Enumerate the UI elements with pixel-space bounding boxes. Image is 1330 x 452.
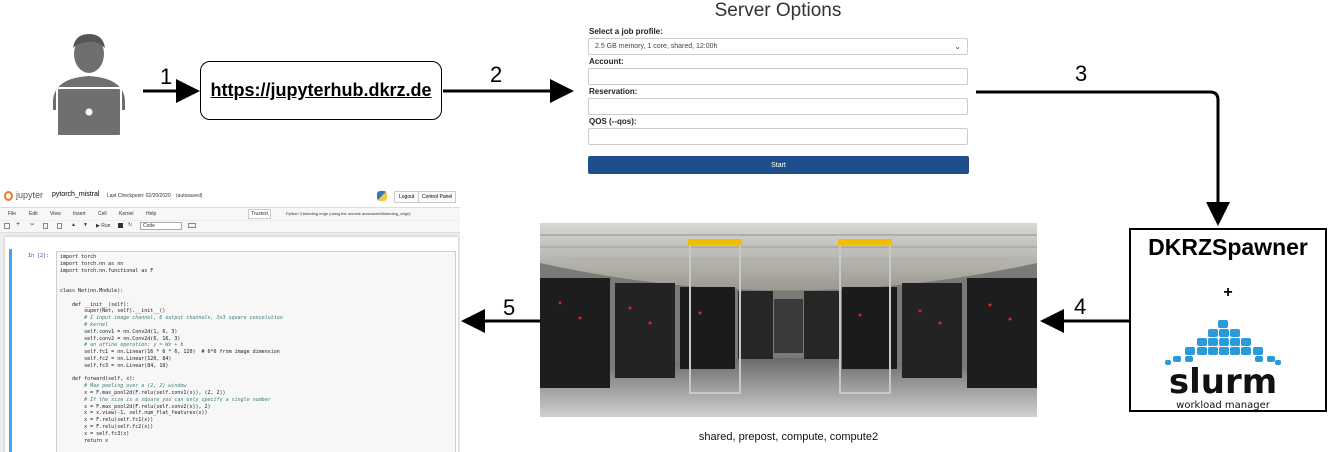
keyboard-icon[interactable] xyxy=(188,223,196,228)
trusted-badge[interactable]: Trusted xyxy=(248,209,271,219)
jupyter-notebook: jupyter pytorch_mistral Last Checkpoint:… xyxy=(0,187,460,452)
account-label: Account: xyxy=(589,57,624,66)
code-line: super(Net, self).__init__() xyxy=(60,308,166,315)
arrow-3 xyxy=(976,90,1230,226)
reservation-label: Reservation: xyxy=(589,87,638,96)
step-3-label: 3 xyxy=(1075,61,1088,86)
code-line: def __init__(self): xyxy=(60,301,130,308)
qos-label: QOS (--qos): xyxy=(589,117,637,126)
code-input[interactable]: import torch import torch.nn as nn import … xyxy=(56,251,456,452)
step-2-label: 2 xyxy=(490,62,503,87)
server-options-title: Server Options xyxy=(714,0,842,21)
menu-view[interactable]: View xyxy=(50,211,61,217)
code-line: x = F.relu(self.fc1(x)) xyxy=(60,417,154,424)
plus-sign: + xyxy=(1223,284,1233,301)
code-line: self.conv2 = nn.Conv2d(6, 16, 3) xyxy=(60,335,181,342)
notebook-name[interactable]: pytorch_mistral xyxy=(52,191,99,198)
code-lines: import torch import torch.nn as nn import … xyxy=(60,254,283,444)
paste-icon[interactable] xyxy=(57,223,62,229)
cut-icon[interactable]: ✂ xyxy=(30,222,34,228)
jupyter-logo-icon xyxy=(4,191,13,201)
code-line: self.fc2 = nn.Linear(120, 84) xyxy=(60,355,172,362)
code-line: # an affine operation: y = Wx + b xyxy=(60,342,184,349)
save-icon[interactable] xyxy=(4,223,10,229)
jupyterhub-url-link[interactable]: https://jupyterhub.dkrz.de xyxy=(210,80,431,101)
restart-icon[interactable]: ↻ xyxy=(128,222,132,228)
code-line: x = F.relu(self.fc2(x)) xyxy=(60,423,154,430)
account-input[interactable] xyxy=(588,68,968,85)
qos-input[interactable] xyxy=(588,128,968,145)
menu-cell[interactable]: Cell xyxy=(98,211,107,217)
code-line: import torch.nn as nn xyxy=(60,260,124,267)
profile-label: Select a job profile: xyxy=(589,27,663,36)
cell-type-select[interactable]: Code xyxy=(140,222,182,230)
code-line: x = x.view(-1, self.num_flat_features(x)… xyxy=(60,410,208,417)
code-line: return x xyxy=(60,437,109,444)
autosaved-status: (autosaved) xyxy=(176,193,203,199)
add-cell-icon[interactable]: + xyxy=(16,221,20,228)
code-line: self.fc1 = nn.Linear(16 * 6 * 6, 120) # … xyxy=(60,349,280,356)
profile-select[interactable]: 2.5 GB memory, 1 core, shared, 12:00h ⌄ xyxy=(588,38,968,55)
checkpoint-info: Last Checkpoint: 02/20/2020 xyxy=(107,193,171,199)
code-line: class Net(nn.Module): xyxy=(60,287,124,294)
logout-button[interactable]: Logout xyxy=(394,191,420,203)
python-icon xyxy=(377,191,387,201)
code-line: x = F.max_pool2d(F.relu(self.conv2(x)), … xyxy=(60,403,211,410)
slurm-subtitle: workload manager xyxy=(1176,400,1271,410)
menu-kernel[interactable]: Kernel xyxy=(119,211,133,217)
menu-edit[interactable]: Edit xyxy=(29,211,38,217)
move-up-icon[interactable]: ▲ xyxy=(71,222,76,228)
code-line: import torch xyxy=(60,254,97,260)
stop-icon[interactable] xyxy=(118,223,123,228)
kernel-indicator: Python 3 bleeding edge (using the module… xyxy=(286,211,411,216)
code-line: # 1 input image channel, 6 output channe… xyxy=(60,315,283,322)
datacenter-photo xyxy=(540,223,1037,417)
code-line: self.fc3 = nn.Linear(84, 10) xyxy=(60,362,169,369)
jupyter-header: jupyter pytorch_mistral Last Checkpoint:… xyxy=(0,187,460,208)
menu-help[interactable]: Help xyxy=(146,211,156,217)
move-down-icon[interactable]: ▼ xyxy=(83,222,88,228)
menu-file[interactable]: File xyxy=(8,211,16,217)
step-5-label: 5 xyxy=(503,295,516,320)
code-cell[interactable]: In [2]: import torch import torch.nn as n… xyxy=(9,249,457,452)
jupyter-menubar: File Edit View Insert Cell Kernel Help T… xyxy=(0,208,460,220)
reservation-input[interactable] xyxy=(588,98,968,115)
control-panel-button[interactable]: Control Panel xyxy=(418,191,457,203)
profile-select-value: 2.5 GB memory, 1 core, shared, 12:00h xyxy=(595,43,718,50)
slurm-logo-icon: slurm workload manager xyxy=(1165,320,1281,410)
code-line: # kernel xyxy=(60,321,109,328)
run-button[interactable]: ▶ Run xyxy=(96,223,110,229)
cell-prompt: In [2]: xyxy=(28,253,50,259)
spawner-title: DKRZSpawner xyxy=(1148,234,1308,260)
code-line: def forward(self, x): xyxy=(60,376,136,383)
code-line: x = self.fc3(x) xyxy=(60,430,130,437)
cell-type-value: Code xyxy=(143,223,155,229)
jupyter-toolbar: + ✂ ▲ ▼ ▶ Run ↻ Code xyxy=(0,221,460,233)
dkrz-spawner-box: DKRZSpawner + slurm workload manager xyxy=(1129,228,1327,412)
partition-caption: shared, prepost, compute, compute2 xyxy=(698,431,879,443)
run-label: Run xyxy=(101,223,111,229)
start-button[interactable]: Start xyxy=(588,156,969,174)
notebook-page: In [2]: import torch import torch.nn as n… xyxy=(5,237,458,452)
code-line: x = F.max_pool2d(F.relu(self.conv1(x)), … xyxy=(60,389,226,396)
copy-icon[interactable] xyxy=(43,223,48,229)
jupyter-logo-text: jupyter xyxy=(16,190,44,200)
chevron-down-icon: ⌄ xyxy=(954,42,961,51)
menu-insert[interactable]: Insert xyxy=(73,211,86,217)
code-line: # If the size is a square you can only s… xyxy=(60,396,271,403)
slurm-wordmark: slurm xyxy=(1169,362,1277,402)
code-line: import torch.nn.functional as F xyxy=(60,267,154,274)
step-4-label: 4 xyxy=(1074,294,1087,319)
step-1-label: 1 xyxy=(160,64,173,89)
jupyterhub-url-box: https://jupyterhub.dkrz.de xyxy=(200,61,442,120)
code-line: self.conv1 = nn.Conv2d(1, 6, 3) xyxy=(60,328,178,335)
code-line: # Max pooling over a (2, 2) window xyxy=(60,383,187,390)
